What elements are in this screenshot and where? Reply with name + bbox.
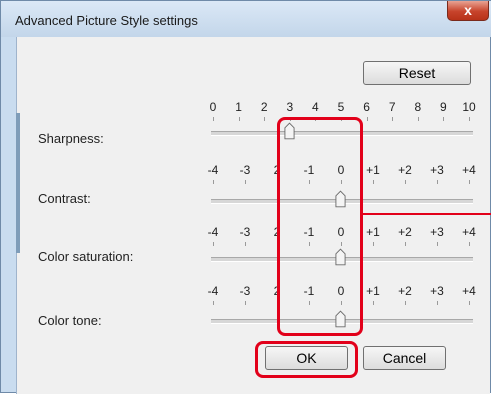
reset-button[interactable]: Reset xyxy=(363,61,471,85)
slider-label: Color saturation: xyxy=(38,249,134,264)
scale-tick-label: -4 xyxy=(207,284,219,298)
highlight-line xyxy=(363,213,491,215)
scale-tick-mark xyxy=(443,117,445,121)
scale-tick-mark xyxy=(392,117,394,121)
scale-tick-mark xyxy=(469,180,470,184)
scale-tick-mark xyxy=(405,242,406,246)
scale-tick-mark xyxy=(366,117,368,121)
scale-tick-label: +1 xyxy=(366,163,380,177)
scale-tick-label: +4 xyxy=(462,225,476,239)
scale-tick-label: +2 xyxy=(398,163,412,177)
scale-tick-mark xyxy=(437,180,438,184)
scale-tick-label: 10 xyxy=(462,100,476,114)
settings-dialog: Advanced Picture Style settings x Reset … xyxy=(0,0,491,394)
highlight-box-sliders xyxy=(277,117,363,336)
scale-tick-label: +2 xyxy=(398,284,412,298)
scale-tick-label: -4 xyxy=(207,225,219,239)
scale-tick-label: 3 xyxy=(286,100,294,114)
scale-tick-mark xyxy=(469,301,470,305)
scale-tick-mark xyxy=(213,180,214,184)
scale-tick-label: 8 xyxy=(414,100,422,114)
scale-tick-label: +4 xyxy=(462,163,476,177)
scale-tick-label: -3 xyxy=(239,163,251,177)
scale-tick-label: +3 xyxy=(430,284,444,298)
scale-tick-label: 0 xyxy=(209,100,217,114)
scale-tick-label: +3 xyxy=(430,225,444,239)
scale-tick-mark xyxy=(213,301,214,305)
scale-tick-label: -4 xyxy=(207,163,219,177)
scale-tick-mark xyxy=(373,180,374,184)
scale-tick-label: +2 xyxy=(398,225,412,239)
scale-tick-mark xyxy=(245,242,246,246)
dialog-title: Advanced Picture Style settings xyxy=(15,13,198,28)
slider-label: Contrast: xyxy=(38,191,91,206)
scale-tick-label: 1 xyxy=(235,100,242,114)
scale-tick-label: +3 xyxy=(430,163,444,177)
scale-tick-mark xyxy=(264,117,266,121)
slider-label: Sharpness: xyxy=(38,131,104,146)
scale-tick-mark xyxy=(405,301,406,305)
scale-tick-label: +1 xyxy=(366,225,380,239)
scale-tick-label: 6 xyxy=(363,100,370,114)
scale-tick-mark xyxy=(437,242,438,246)
scale-tick-mark xyxy=(417,117,419,121)
scale-tick-label: +1 xyxy=(366,284,380,298)
scale-tick-label: 9 xyxy=(440,100,447,114)
close-button[interactable]: x xyxy=(447,1,489,21)
scale-tick-mark xyxy=(245,180,246,184)
highlight-box-ok xyxy=(255,341,358,378)
scale-tick-mark xyxy=(213,117,214,121)
scale-tick-mark xyxy=(245,301,246,305)
scale-tick-label: 4 xyxy=(312,100,319,114)
scale-tick-label: 7 xyxy=(388,100,396,114)
window-edge-accent xyxy=(16,113,20,253)
scale-tick-mark xyxy=(437,301,438,305)
scale-tick-mark xyxy=(469,117,470,121)
scale-tick-label: -3 xyxy=(239,225,251,239)
cancel-button[interactable]: Cancel xyxy=(363,346,446,370)
scale-tick-label: 2 xyxy=(260,100,268,114)
scale-tick-mark xyxy=(373,301,374,305)
dialog-body xyxy=(16,37,490,394)
scale-tick-mark xyxy=(373,242,374,246)
scale-tick-mark xyxy=(213,242,214,246)
scale-tick-label: -3 xyxy=(239,284,251,298)
close-icon: x xyxy=(464,2,472,18)
scale-tick-label: +4 xyxy=(462,284,476,298)
scale-tick-label: 5 xyxy=(337,100,345,114)
title-bar[interactable]: Advanced Picture Style settings x xyxy=(1,1,491,37)
scale-tick-mark xyxy=(405,180,406,184)
slider-label: Color tone: xyxy=(38,313,102,328)
scale-tick-mark xyxy=(238,117,240,121)
scale-tick-mark xyxy=(469,242,470,246)
